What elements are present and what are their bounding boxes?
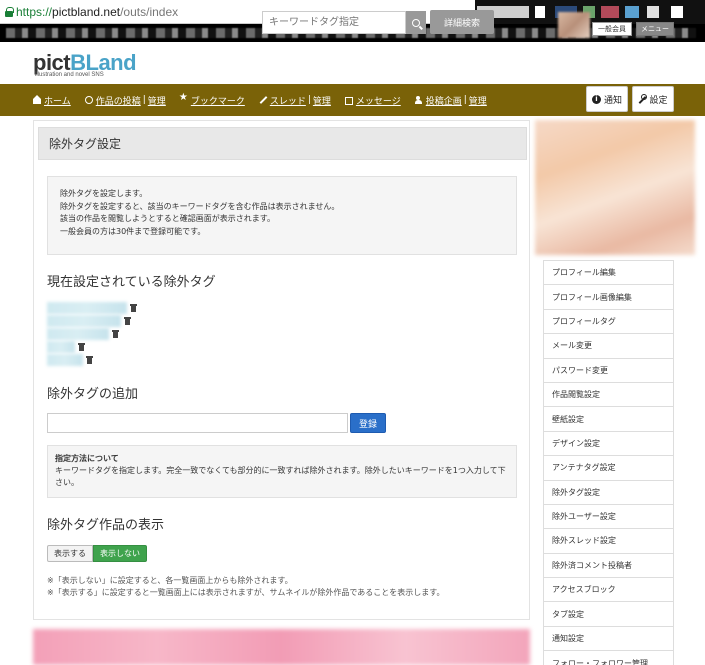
settings-side-menu: プロフィール編集 プロフィール画像編集 プロフィールタグ メール変更 パスワード…	[543, 260, 674, 665]
sidebar-item-antenna-tag[interactable]: アンテナタグ設定	[544, 456, 673, 481]
search-input[interactable]	[262, 11, 406, 34]
home-icon	[33, 95, 41, 104]
site-logo[interactable]: pictBLand illustration and novel SNS	[33, 50, 137, 78]
settings-button[interactable]: 設定	[632, 86, 674, 112]
search-button[interactable]	[406, 11, 426, 34]
lock-icon	[4, 6, 14, 17]
users-icon	[414, 96, 423, 104]
advanced-search-button[interactable]: 詳細検索	[430, 10, 494, 34]
nav-post-work[interactable]: 作品の投稿 | 管理	[84, 94, 166, 107]
trash-icon[interactable]	[112, 330, 119, 338]
sidebar-ad-banner[interactable]	[535, 120, 695, 255]
info-icon: i	[591, 94, 601, 104]
sidebar-item-exclude-thread[interactable]: 除外スレッド設定	[544, 529, 673, 554]
sidebar-item-profile-image[interactable]: プロフィール画像編集	[544, 285, 673, 310]
toggle-hide-option[interactable]: 表示しない	[93, 545, 147, 562]
spec-box: 指定方法について キーワードタグを指定します。完全一致でなくても部分的に一致すれ…	[47, 445, 517, 498]
register-button[interactable]: 登録	[350, 413, 386, 433]
excluded-tag-item	[47, 302, 137, 314]
exclude-tag-input[interactable]	[47, 413, 348, 433]
trash-icon[interactable]	[86, 356, 93, 364]
nav-thread[interactable]: スレッド | 管理	[259, 94, 331, 107]
url-host: pictbland.net	[52, 4, 121, 19]
sidebar-item-exclude-user[interactable]: 除外ユーザー設定	[544, 504, 673, 530]
display-setting-heading: 除外タグ作品の表示	[47, 518, 165, 533]
trash-icon[interactable]	[78, 343, 85, 351]
nav-post-work-manage[interactable]: 管理	[148, 94, 166, 107]
url-protocol: https://	[16, 4, 53, 19]
toggle-show-option[interactable]: 表示する	[47, 545, 93, 562]
pencil-icon	[259, 96, 267, 104]
sidebar-item-follow[interactable]: フォロー・フォロワー管理	[544, 651, 673, 665]
plus-circle-icon	[84, 96, 93, 104]
sidebar-item-profile-tag[interactable]: プロフィールタグ	[544, 309, 673, 335]
sidebar-item-mail[interactable]: メール変更	[544, 334, 673, 359]
nav-message[interactable]: メッセージ	[344, 94, 401, 107]
redacted-tag	[47, 302, 127, 314]
mail-icon	[344, 97, 353, 105]
sidebar-item-exclude-tag[interactable]: 除外タグ設定	[544, 480, 673, 505]
display-toggle: 表示する 表示しない	[47, 545, 147, 562]
trash-icon[interactable]	[124, 317, 131, 325]
sidebar-item-design[interactable]: デザイン設定	[544, 431, 673, 457]
nav-bookmark[interactable]: ブックマーク	[179, 92, 245, 107]
redacted-tag	[47, 354, 83, 366]
sidebar-item-tab[interactable]: タブ設定	[544, 602, 673, 627]
site-header: pictBLand illustration and novel SNS	[0, 42, 705, 84]
redacted-tag	[47, 341, 75, 353]
sidebar-item-excluded-commenters[interactable]: 除外済コメント投稿者	[544, 553, 673, 579]
excluded-tag-item	[47, 354, 93, 366]
sidebar-item-access-block[interactable]: アクセスブロック	[544, 578, 673, 603]
excluded-tag-item	[47, 315, 131, 327]
redacted-tag	[47, 328, 109, 340]
main-panel: 除外タグ設定 除外タグを設定します。 除外タグを設定すると、該当のキーワードタグ…	[33, 120, 530, 620]
notes: ※「表示しない」に設定すると、各一覧画面上からも除外されます。 ※「表示する」に…	[47, 576, 445, 597]
add-tag-heading: 除外タグの追加	[47, 387, 139, 402]
nav-project[interactable]: 投稿企画 | 管理	[414, 94, 487, 107]
search-icon	[412, 18, 420, 27]
trash-icon[interactable]	[130, 304, 137, 312]
wrench-icon	[638, 94, 648, 103]
nav-project-manage[interactable]: 管理	[469, 94, 487, 107]
member-badge: 一般会員	[592, 22, 632, 36]
spec-text: キーワードタグを指定します。完全一致でなくても部分的に一致すれば除外されます。除…	[55, 466, 506, 487]
sidebar-item-view-settings[interactable]: 作品閲覧設定	[544, 382, 673, 408]
redacted-tag	[47, 315, 121, 327]
sidebar-item-profile-edit[interactable]: プロフィール編集	[544, 261, 673, 286]
sidebar-item-wallpaper[interactable]: 壁紙設定	[544, 407, 673, 432]
sidebar-item-password[interactable]: パスワード変更	[544, 358, 673, 383]
nav-home[interactable]: ホーム	[33, 94, 71, 107]
current-tags-heading: 現在設定されている除外タグ	[47, 275, 216, 290]
redacted-extensions	[475, 0, 705, 24]
excluded-tag-item	[47, 328, 119, 340]
star-icon	[179, 92, 188, 104]
page-title: 除外タグ設定	[38, 127, 527, 160]
url-path: /outs/index	[120, 4, 179, 19]
menu-button[interactable]: メニュー	[636, 22, 674, 36]
sidebar-item-notification[interactable]: 通知設定	[544, 626, 673, 652]
bottom-ad-banner[interactable]	[33, 629, 530, 665]
notification-button[interactable]: i 通知	[586, 86, 628, 112]
spec-title: 指定方法について	[55, 454, 119, 463]
excluded-tag-item	[47, 341, 85, 353]
info-box: 除外タグを設定します。 除外タグを設定すると、該当のキーワードタグを含む作品は表…	[47, 176, 517, 255]
nav-thread-manage[interactable]: 管理	[313, 94, 331, 107]
avatar[interactable]	[558, 12, 590, 38]
